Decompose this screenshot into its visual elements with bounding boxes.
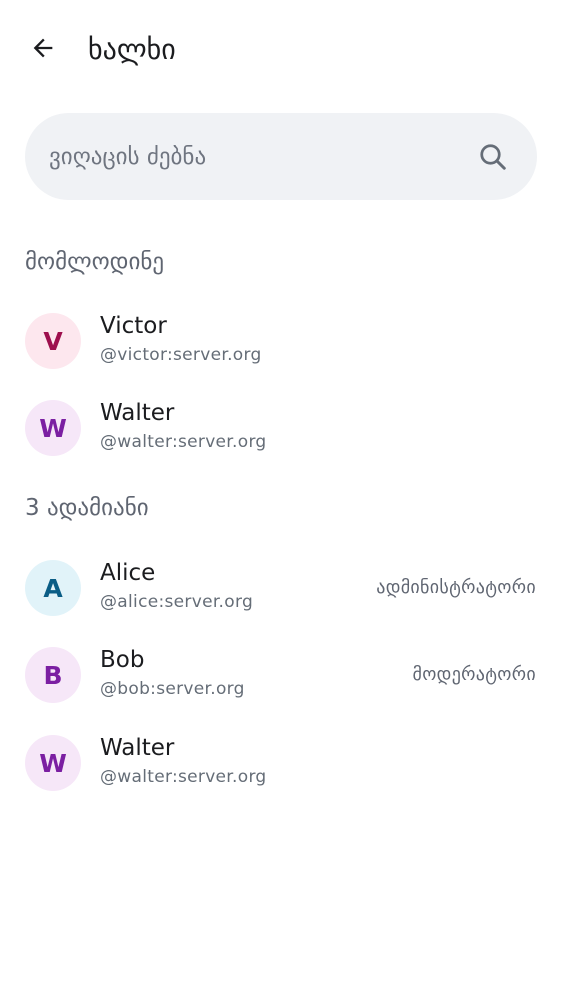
member-id: @walter:server.org: [100, 432, 267, 452]
member-row[interactable]: W Walter @walter:server.org: [0, 384, 562, 472]
search-input[interactable]: [49, 113, 469, 200]
member-id: @alice:server.org: [100, 592, 254, 612]
member-name: Walter: [100, 735, 175, 761]
member-role: მოდერატორი: [412, 664, 536, 685]
section-header-members: 3 ადამიანი: [25, 495, 149, 521]
member-row[interactable]: W Walter @walter:server.org: [0, 719, 562, 807]
avatar: W: [25, 735, 81, 791]
member-row[interactable]: B Bob @bob:server.org მოდერატორი: [0, 631, 562, 719]
member-id: @victor:server.org: [100, 345, 262, 365]
member-id: @walter:server.org: [100, 767, 267, 787]
avatar: B: [25, 647, 81, 703]
member-name: Alice: [100, 560, 156, 586]
arrow-left-icon: [29, 34, 57, 66]
avatar: V: [25, 313, 81, 369]
section-header-pending: მომლოდინე: [25, 249, 165, 275]
member-name: Walter: [100, 400, 175, 426]
top-app-bar: ხალხი: [0, 0, 562, 100]
avatar: A: [25, 560, 81, 616]
search-bar[interactable]: [25, 113, 537, 200]
avatar: W: [25, 400, 81, 456]
member-row[interactable]: A Alice @alice:server.org ადმინისტრატორი: [0, 544, 562, 632]
member-id: @bob:server.org: [100, 679, 245, 699]
member-row[interactable]: V Victor @victor:server.org: [0, 297, 562, 385]
back-button[interactable]: [22, 29, 64, 71]
page-title: ხალხი: [88, 33, 176, 66]
search-icon[interactable]: [476, 140, 510, 174]
member-role: ადმინისტრატორი: [376, 577, 536, 598]
member-name: Bob: [100, 647, 145, 673]
member-name: Victor: [100, 313, 167, 339]
